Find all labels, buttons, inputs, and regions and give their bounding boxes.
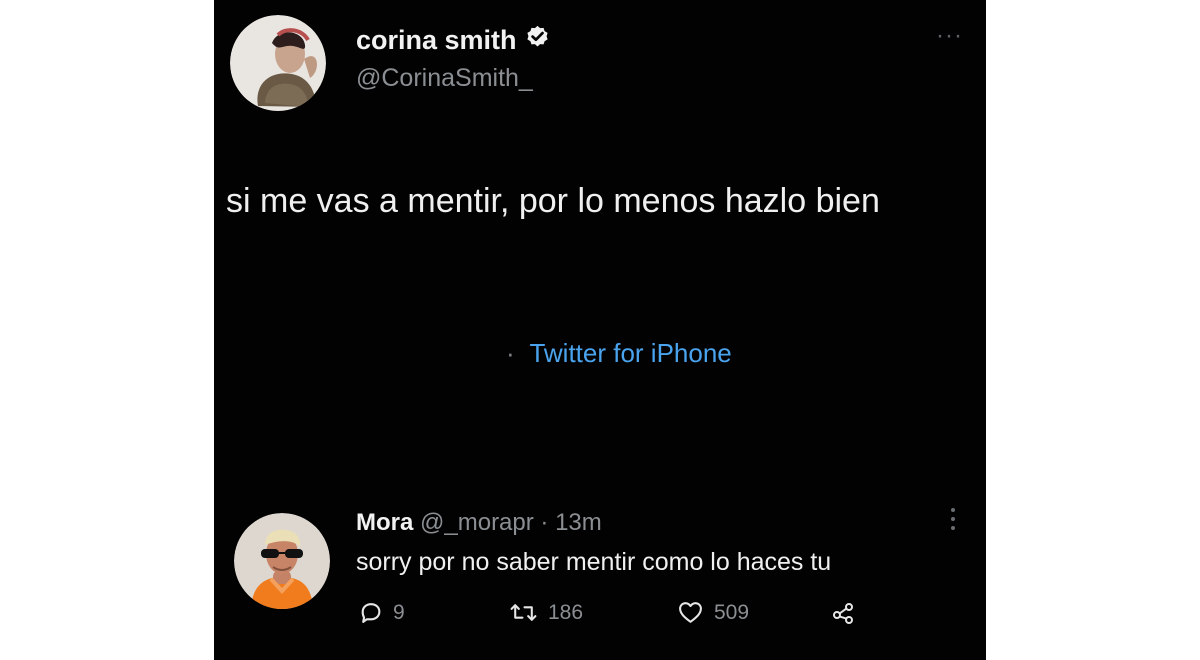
author-name-row[interactable]: corina smith: [356, 24, 550, 56]
verified-badge-icon: [525, 24, 550, 56]
reply-count: 9: [393, 600, 405, 624]
tweet-source-row: · Twitter for iPhone: [506, 338, 732, 369]
more-options-icon[interactable]: ···: [936, 22, 963, 50]
like-count: 509: [714, 600, 750, 624]
reply-text: sorry por no saber mentir como lo haces …: [356, 548, 832, 576]
reply-avatar[interactable]: [234, 513, 330, 609]
reply-header[interactable]: Mora @_morapr · 13m: [356, 509, 602, 537]
share-icon: [831, 600, 857, 626]
retweet-icon: [509, 600, 538, 625]
reply-meta[interactable]: @_morapr · 13m: [420, 509, 602, 536]
retweet-count: 186: [548, 600, 584, 624]
tweet-screenshot: corina smith @CorinaSmith_ ··· si me vas…: [214, 0, 986, 660]
tweet-source-link[interactable]: Twitter for iPhone: [529, 338, 731, 368]
author-handle[interactable]: @CorinaSmith_: [356, 64, 533, 93]
share-button[interactable]: [831, 600, 857, 626]
source-separator: ·: [506, 338, 515, 368]
reply-button[interactable]: 9: [358, 600, 405, 625]
tweet-text: si me vas a mentir, por lo menos hazlo b…: [226, 182, 880, 220]
heart-icon: [677, 600, 704, 625]
speech-bubble-icon: [358, 600, 383, 625]
retweet-button[interactable]: 186: [509, 600, 583, 625]
main-avatar[interactable]: [230, 15, 326, 111]
reply-author-name[interactable]: Mora: [356, 509, 413, 536]
like-button[interactable]: 509: [677, 600, 749, 625]
more-options-icon[interactable]: [948, 508, 958, 530]
author-display-name[interactable]: corina smith: [356, 25, 517, 56]
